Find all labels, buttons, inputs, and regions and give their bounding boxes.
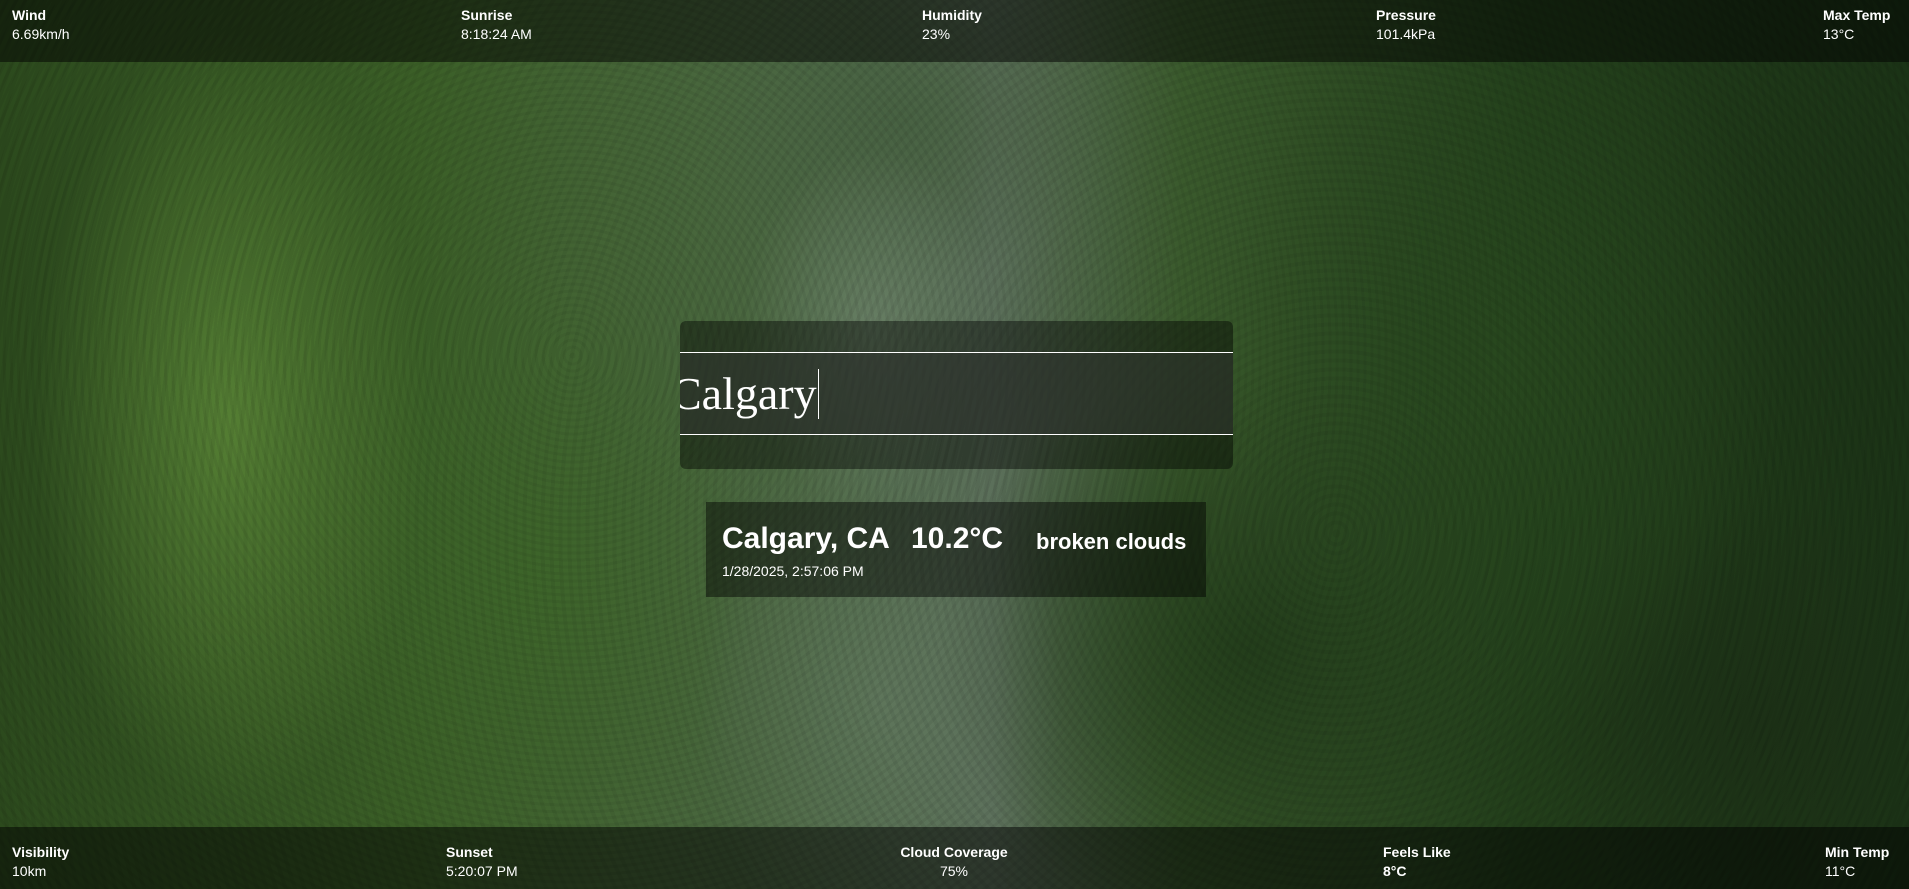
sunset-label: Sunset [446, 844, 493, 860]
sunrise-value: 8:18:24 AM [461, 26, 532, 42]
result-city: Calgary, CA [722, 522, 890, 555]
max-temp-value: 13°C [1823, 26, 1855, 42]
feels-like-value: 8°C [1383, 863, 1407, 879]
pressure-value: 101.4kPa [1376, 26, 1436, 42]
visibility-label: Visibility [12, 844, 70, 860]
max-temp-label: Max Temp [1823, 7, 1891, 23]
result-datetime: 1/28/2025, 2:57:06 PM [722, 563, 864, 579]
bottom-stats-bar: Visibility 10km Sunset 5:20:07 PM Cloud … [0, 827, 1909, 889]
wind-label: Wind [12, 7, 47, 23]
sunset-value: 5:20:07 PM [446, 863, 518, 879]
weather-result-card: Calgary, CA 10.2°C broken clouds 1/28/20… [706, 502, 1206, 597]
sunrise-stat: Sunrise 8:18:24 AM [461, 6, 532, 44]
top-stats-bar: Wind 6.69km/h Sunrise 8:18:24 AM Humidit… [0, 0, 1909, 62]
search-panel: Calgary [680, 321, 1233, 469]
result-temperature: 10.2°C [911, 522, 1004, 555]
cloud-coverage-value: 75% [939, 863, 969, 879]
city-search-input[interactable]: Calgary [680, 352, 1233, 435]
visibility-stat: Visibility 10km [12, 843, 69, 881]
humidity-stat: Humidity 23% [922, 6, 982, 44]
feels-like-stat: Feels Like 8°C [1383, 843, 1451, 881]
visibility-value: 10km [12, 863, 47, 879]
feels-like-label: Feels Like [1383, 844, 1451, 860]
pressure-stat: Pressure 101.4kPa [1376, 6, 1436, 44]
cloud-coverage-stat: Cloud Coverage 75% [894, 843, 1014, 881]
pressure-label: Pressure [1376, 7, 1436, 23]
wind-value: 6.69km/h [12, 26, 70, 42]
humidity-value: 23% [922, 26, 951, 42]
search-input-value: Calgary [680, 368, 817, 419]
sunset-stat: Sunset 5:20:07 PM [446, 843, 518, 881]
max-temp-stat: Max Temp 13°C [1823, 6, 1890, 44]
min-temp-value: 11°C [1825, 863, 1856, 879]
humidity-label: Humidity [922, 7, 982, 23]
result-description: broken clouds [1036, 529, 1187, 554]
min-temp-stat: Min Temp 11°C [1825, 843, 1889, 881]
cloud-coverage-label: Cloud Coverage [900, 844, 1008, 860]
min-temp-label: Min Temp [1825, 844, 1890, 860]
wind-stat: Wind 6.69km/h [12, 6, 70, 44]
text-caret [817, 369, 819, 419]
sunrise-label: Sunrise [461, 7, 513, 23]
